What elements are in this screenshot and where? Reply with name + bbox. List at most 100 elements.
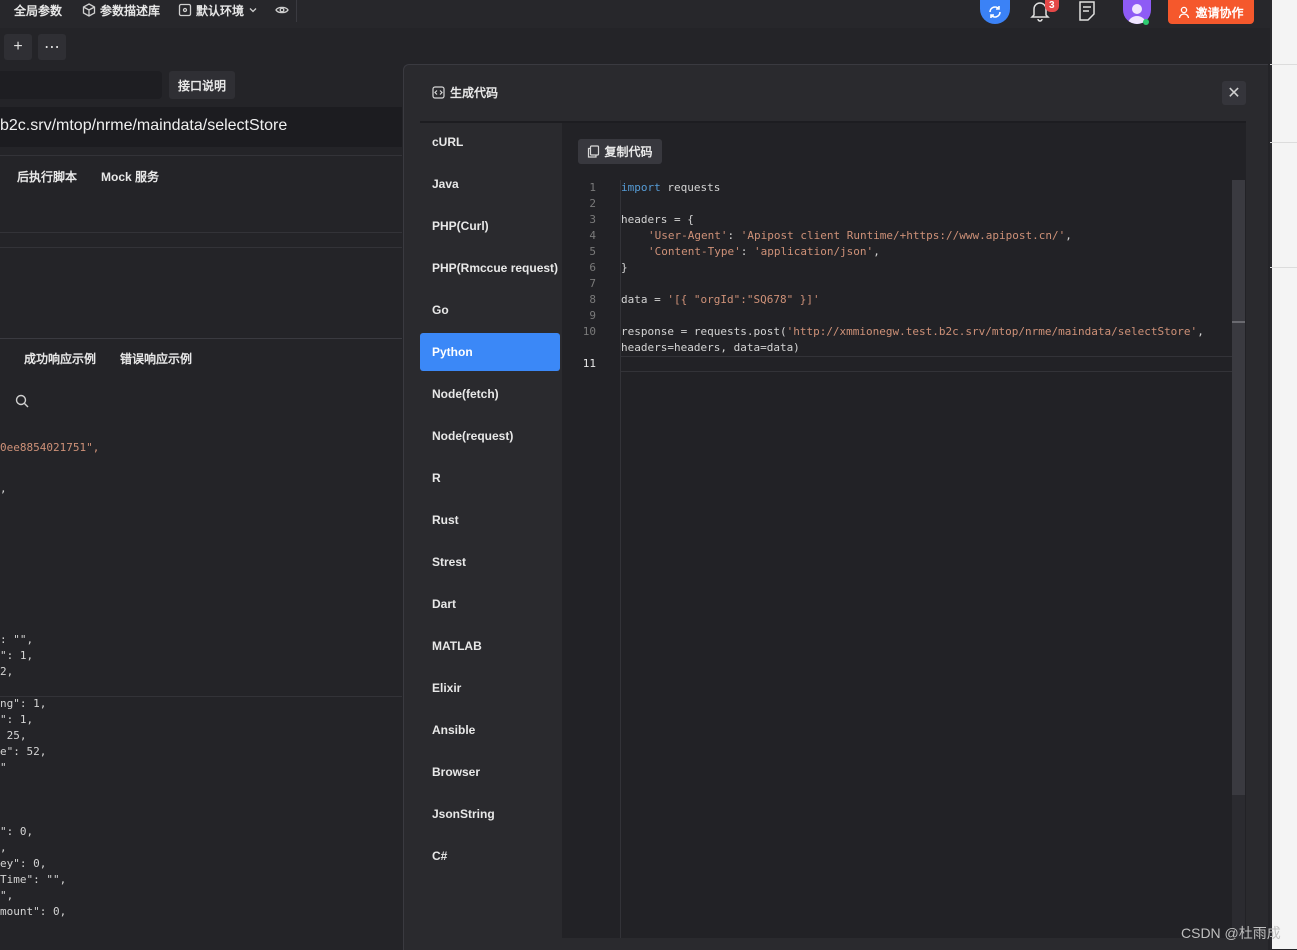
- language-item[interactable]: Dart: [420, 585, 560, 623]
- env-select[interactable]: 默认环境: [178, 0, 258, 20]
- language-item-active[interactable]: Python: [420, 333, 560, 371]
- code-string: 'Content-Type': [648, 245, 741, 258]
- language-item[interactable]: R: [420, 459, 560, 497]
- global-params-button[interactable]: 全局参数: [0, 0, 62, 20]
- response-line: ,: [0, 482, 7, 495]
- language-item[interactable]: Node(request): [420, 417, 560, 455]
- code-text: ,: [1065, 229, 1072, 242]
- language-item[interactable]: JsonString: [420, 795, 560, 833]
- response-line: ": 0,: [0, 825, 34, 838]
- response-line: ,: [0, 841, 7, 854]
- response-line: : "",: [0, 633, 34, 646]
- line-number: 6: [589, 261, 596, 274]
- divider: [1270, 267, 1297, 268]
- code-string: 'Apipost client Runtime/+https://www.api…: [740, 229, 1066, 242]
- response-line: Time": "",: [0, 873, 67, 886]
- close-button[interactable]: ✕: [1222, 81, 1246, 105]
- global-params-label: 全局参数: [14, 3, 63, 18]
- code-line[interactable]: 'Content-Type': 'application/json',: [621, 244, 880, 260]
- cube-icon: [82, 3, 96, 17]
- language-item[interactable]: Rust: [420, 501, 560, 539]
- topbar-divider: [296, 0, 297, 22]
- add-tab-button[interactable]: +: [4, 34, 32, 60]
- invite-button[interactable]: 邀请协作: [1168, 0, 1254, 24]
- language-item[interactable]: Node(fetch): [420, 375, 560, 413]
- response-line: 25,: [0, 729, 27, 742]
- scrollbar-marker: [1232, 321, 1245, 323]
- api-desc-button[interactable]: 接口说明: [169, 71, 235, 99]
- language-item[interactable]: Go: [420, 291, 560, 329]
- env-label: 默认环境: [196, 3, 245, 18]
- right-side-panel: [1270, 0, 1297, 949]
- code-line[interactable]: headers = {: [621, 212, 694, 228]
- copy-icon: [588, 145, 600, 158]
- sync-icon: [989, 6, 1001, 18]
- document-icon: [1079, 1, 1095, 21]
- code-keyword: import: [621, 181, 661, 194]
- tab-error-example[interactable]: 错误响应示例: [120, 350, 192, 367]
- divider: [0, 155, 402, 156]
- tab-post-script[interactable]: 后执行脚本: [17, 168, 77, 185]
- watermark: CSDN @杜雨成: [1181, 925, 1281, 941]
- code-scrollbar-thumb[interactable]: [1232, 180, 1245, 795]
- copy-code-button[interactable]: 复制代码: [578, 139, 662, 164]
- request-name-input[interactable]: [0, 71, 162, 99]
- search-icon: [15, 394, 29, 408]
- language-item[interactable]: PHP(Curl): [420, 207, 560, 245]
- code-line[interactable]: 'User-Agent': 'Apipost client Runtime/+h…: [621, 228, 1072, 244]
- response-line: ey": 0,: [0, 857, 47, 870]
- online-status-dot: [1143, 19, 1149, 25]
- language-item[interactable]: Strest: [420, 543, 560, 581]
- response-line: mount": 0,: [0, 905, 67, 918]
- more-tabs-button[interactable]: ⋯: [38, 34, 66, 60]
- code-text: ,: [873, 245, 880, 258]
- language-item[interactable]: C#: [420, 837, 560, 875]
- current-line-highlight: [621, 356, 1244, 372]
- language-item[interactable]: Ansible: [420, 711, 560, 749]
- more-icon: ⋯: [44, 39, 60, 56]
- language-item[interactable]: MATLAB: [420, 627, 560, 665]
- code-line[interactable]: response = requests.post('http://xmmione…: [621, 324, 1204, 340]
- code-text: :: [727, 229, 741, 242]
- line-number: 7: [589, 277, 596, 290]
- code-line[interactable]: import requests: [621, 180, 720, 196]
- code-text: data =: [621, 293, 668, 306]
- url-text[interactable]: b2c.srv/mtop/nrme/maindata/selectStore: [0, 117, 287, 135]
- language-item[interactable]: cURL: [420, 123, 560, 161]
- code-text: ,: [1197, 325, 1204, 338]
- code-text: response = requests.post(: [621, 325, 787, 338]
- code-text: requests: [660, 181, 721, 194]
- close-icon: ✕: [1227, 85, 1241, 102]
- divider: [0, 247, 402, 248]
- response-line: ": 1,: [0, 713, 34, 726]
- tab-success-example[interactable]: 成功响应示例: [24, 350, 96, 367]
- chevron-down-icon: [249, 8, 257, 13]
- code-line[interactable]: data = '[{ "orgId":"SQ678" }]': [621, 292, 820, 308]
- param-lib-button[interactable]: 参数描述库: [82, 0, 160, 20]
- code-string: 'application/json': [753, 245, 874, 258]
- invite-label: 邀请协作: [1195, 5, 1244, 20]
- code-text: :: [740, 245, 754, 258]
- language-item[interactable]: PHP(Rmccue request): [420, 249, 560, 287]
- code-line[interactable]: }: [621, 260, 628, 276]
- code-string: 'User-Agent': [648, 229, 728, 242]
- tab-mock[interactable]: Mock 服务: [101, 168, 159, 185]
- search-button[interactable]: [15, 394, 29, 411]
- line-number: 10: [582, 325, 596, 338]
- language-item[interactable]: Java: [420, 165, 560, 203]
- code-icon: [432, 86, 445, 99]
- response-line: 2,: [0, 665, 14, 678]
- response-line: ": 1,: [0, 649, 34, 662]
- language-item[interactable]: Browser: [420, 753, 560, 791]
- language-list: cURL Java PHP(Curl) PHP(Rmccue request) …: [420, 123, 562, 949]
- language-item[interactable]: Elixir: [420, 669, 560, 707]
- line-number: 3: [589, 213, 596, 226]
- divider: [1270, 64, 1297, 65]
- response-line: e": 52,: [0, 745, 47, 758]
- notes-button[interactable]: [1077, 0, 1097, 25]
- response-line: ng": 1,: [0, 697, 47, 710]
- modal-title: 生成代码: [432, 84, 498, 101]
- code-line[interactable]: headers=headers, data=data): [621, 340, 800, 356]
- env-visibility-toggle[interactable]: [275, 0, 289, 20]
- response-line: ": [0, 761, 7, 774]
